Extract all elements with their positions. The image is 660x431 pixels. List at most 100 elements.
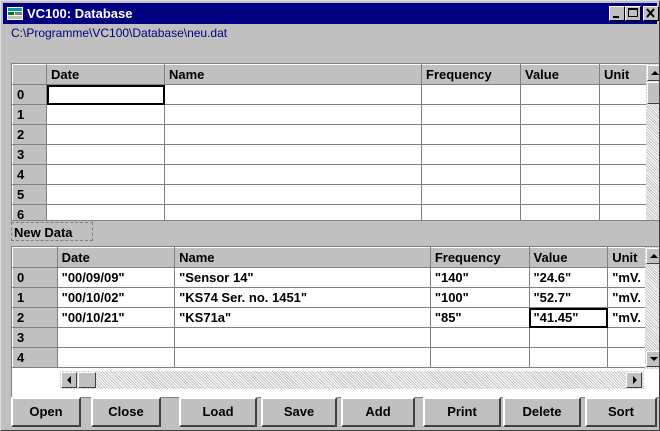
table-cell[interactable] [520, 204, 600, 220]
column-header-date[interactable]: Date [46, 64, 165, 85]
table-cell[interactable] [164, 144, 422, 165]
table-cell[interactable] [46, 184, 165, 205]
table-cell[interactable]: "00/09/09" [56, 267, 176, 288]
table-cell[interactable]: "24.6" [528, 267, 609, 288]
header-row: Date Name Frequency Value Unit [12, 64, 655, 85]
table-cell[interactable] [164, 84, 422, 105]
table-cell[interactable]: "KS74 Ser. no. 1451" [174, 287, 431, 308]
table-cell[interactable] [46, 104, 165, 125]
print-button[interactable]: Print [423, 397, 501, 427]
table-cell[interactable] [46, 124, 165, 145]
row-header[interactable]: 0 [12, 84, 47, 105]
table-cell[interactable] [421, 204, 521, 220]
table-cell[interactable] [520, 104, 600, 125]
table-cell[interactable] [56, 347, 176, 368]
scroll-right-button[interactable] [626, 372, 642, 388]
save-button[interactable]: Save [261, 397, 337, 427]
sort-button[interactable]: Sort [585, 397, 657, 427]
scroll-up-button[interactable] [646, 248, 659, 264]
database-grid[interactable]: Date Name Frequency Value Unit 0 1 2 3 4… [11, 63, 659, 221]
table-cell[interactable] [528, 347, 609, 368]
file-path: C:\Programme\VC100\Database\neu.dat [11, 26, 228, 40]
title-bar[interactable]: VC100: Database [3, 3, 659, 24]
row-header[interactable]: 4 [12, 164, 47, 185]
table-cell[interactable] [520, 164, 600, 185]
column-header-frequency[interactable]: Frequency [421, 64, 521, 85]
row-header[interactable]: 1 [12, 287, 58, 308]
row-header[interactable]: 3 [12, 144, 47, 165]
scroll-up-button[interactable] [647, 65, 659, 81]
load-button[interactable]: Load [179, 397, 257, 427]
table-cell[interactable] [46, 164, 165, 185]
table-cell[interactable]: "Sensor 14" [174, 267, 431, 288]
table-cell[interactable] [46, 84, 165, 105]
table-cell[interactable] [520, 184, 600, 205]
delete-button[interactable]: Delete [503, 397, 581, 427]
column-header-date[interactable]: Date [56, 247, 176, 268]
arrow-left-icon [67, 376, 71, 384]
row-header[interactable]: 1 [12, 104, 47, 125]
horizontal-scrollbar[interactable] [60, 371, 644, 389]
table-cell[interactable] [56, 327, 176, 348]
table-row: 4 [12, 164, 655, 185]
table-cell[interactable] [520, 144, 600, 165]
table-row: 0 "00/09/09" "Sensor 14" "140" "24.6" "mV. [12, 267, 659, 288]
table-cell[interactable] [46, 204, 165, 220]
table-cell[interactable]: "41.45" [528, 307, 609, 328]
vertical-scrollbar[interactable] [646, 64, 659, 220]
maximize-button[interactable] [625, 6, 641, 21]
table-cell[interactable] [421, 124, 521, 145]
vertical-scrollbar[interactable] [645, 247, 659, 369]
row-header[interactable]: 3 [12, 327, 58, 348]
scroll-left-button[interactable] [61, 372, 77, 388]
table-cell[interactable] [164, 124, 422, 145]
table-cell[interactable] [164, 204, 422, 220]
column-header-name[interactable]: Name [174, 247, 431, 268]
table-cell[interactable] [164, 184, 422, 205]
table-cell[interactable]: "85" [429, 307, 530, 328]
table-cell[interactable]: "52.7" [528, 287, 609, 308]
table-cell[interactable]: "100" [429, 287, 530, 308]
column-header-value[interactable]: Value [528, 247, 609, 268]
table-cell[interactable] [429, 327, 530, 348]
column-header-frequency[interactable]: Frequency [429, 247, 530, 268]
corner-cell [12, 247, 58, 268]
open-button[interactable]: Open [11, 397, 81, 427]
row-header[interactable]: 2 [12, 307, 58, 328]
table-cell[interactable]: "140" [429, 267, 530, 288]
table-cell[interactable] [174, 327, 431, 348]
table-cell[interactable]: "00/10/02" [56, 287, 176, 308]
add-button[interactable]: Add [341, 397, 415, 427]
maximize-icon [628, 8, 638, 17]
scroll-down-button[interactable] [646, 351, 659, 367]
minimize-button[interactable] [609, 6, 625, 21]
table-cell[interactable] [164, 104, 422, 125]
table-cell[interactable] [421, 164, 521, 185]
table-cell[interactable] [164, 164, 422, 185]
table-cell[interactable] [421, 84, 521, 105]
row-header[interactable]: 5 [12, 184, 47, 205]
table-cell[interactable]: "00/10/21" [56, 307, 176, 328]
scroll-thumb[interactable] [78, 372, 96, 388]
new-data-grid[interactable]: Date Name Frequency Value Unit 0 "00/09/0… [11, 246, 659, 398]
table-cell[interactable] [429, 347, 530, 368]
row-header[interactable]: 6 [12, 204, 47, 220]
row-header[interactable]: 0 [12, 267, 58, 288]
row-header[interactable]: 4 [12, 347, 58, 368]
scroll-thumb[interactable] [647, 82, 659, 104]
table-cell[interactable] [421, 184, 521, 205]
table-row: 2 "00/10/21" "KS71a" "85" "41.45" "mV. [12, 307, 659, 328]
table-cell[interactable] [174, 347, 431, 368]
table-cell[interactable] [46, 144, 165, 165]
table-cell[interactable] [421, 144, 521, 165]
column-header-value[interactable]: Value [520, 64, 600, 85]
close-button[interactable]: Close [91, 397, 161, 427]
column-header-name[interactable]: Name [164, 64, 422, 85]
table-cell[interactable] [520, 124, 600, 145]
table-cell[interactable] [421, 104, 521, 125]
table-cell[interactable]: "KS71a" [174, 307, 431, 328]
table-cell[interactable] [528, 327, 609, 348]
row-header[interactable]: 2 [12, 124, 47, 145]
close-window-button[interactable] [643, 6, 659, 21]
table-cell[interactable] [520, 84, 600, 105]
